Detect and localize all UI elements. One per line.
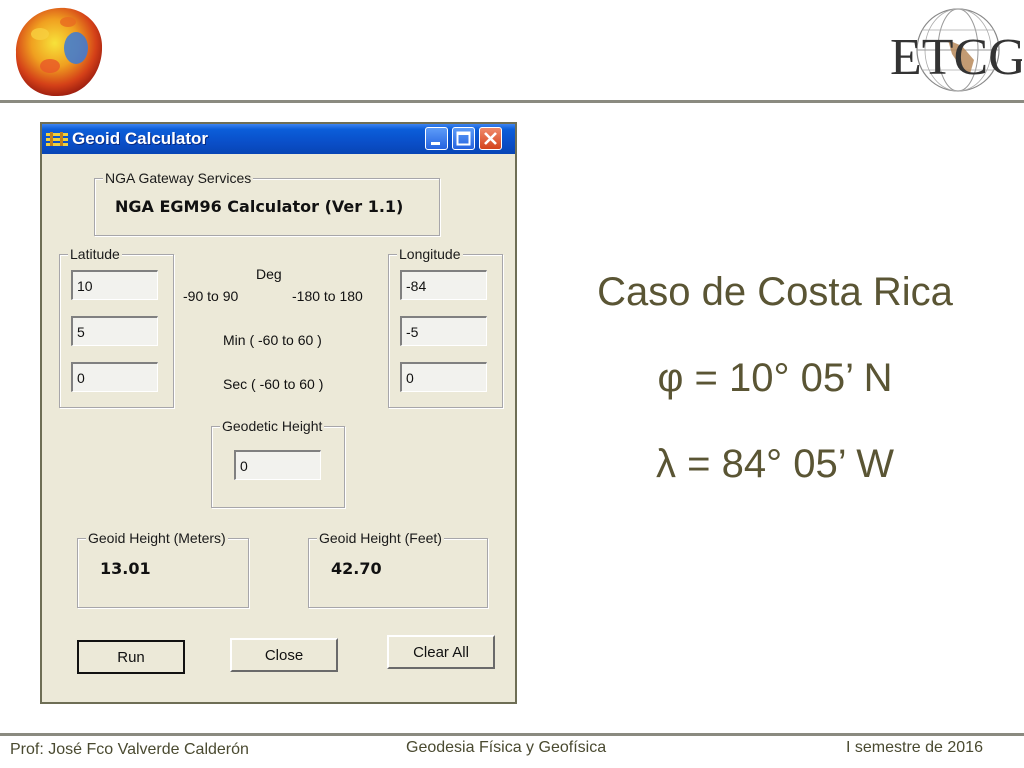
geodetic-height-input[interactable]	[234, 450, 321, 480]
minimize-button[interactable]	[425, 127, 448, 150]
header-divider	[0, 100, 1024, 103]
footer-author: Prof: José Fco Valverde Calderón	[10, 741, 249, 758]
footer-term: I semestre de 2016	[846, 739, 983, 756]
geodetic-height-label: Geodetic Height	[220, 418, 325, 434]
geoid-height-feet-group: Geoid Height (Feet) 42.70	[308, 530, 488, 608]
longitude-min-input[interactable]	[400, 316, 487, 346]
longitude-sec-input[interactable]	[400, 362, 487, 392]
geoid-height-feet-value: 42.70	[331, 559, 382, 578]
latitude-statement: φ = 10° 05’ N	[657, 356, 893, 400]
geoid-height-feet-label: Geoid Height (Feet)	[317, 530, 444, 546]
case-title: Caso de Costa Rica	[597, 270, 953, 314]
maximize-button[interactable]	[452, 127, 475, 150]
footer-divider	[0, 733, 1024, 736]
deg-label: Deg	[256, 266, 282, 282]
clear-all-button[interactable]: Clear All	[387, 635, 495, 669]
min-label: Min ( -60 to 60 )	[223, 332, 322, 348]
maximize-icon	[456, 131, 471, 146]
geoid-height-meters-group: Geoid Height (Meters) 13.01	[77, 530, 249, 608]
slide: ETCG Geoid Calculator NGA Gateway Servic…	[0, 0, 1024, 768]
minimize-icon	[431, 142, 440, 145]
geoid-height-meters-label: Geoid Height (Meters)	[86, 530, 228, 546]
gateway-group: NGA Gateway Services NGA EGM96 Calculato…	[94, 170, 440, 236]
window-title: Geoid Calculator	[72, 129, 209, 148]
geoid-calculator-window: Geoid Calculator NGA Gateway Services NG…	[40, 122, 517, 704]
longitude-range-label: -180 to 180	[292, 288, 363, 304]
etcg-logo: ETCG	[890, 8, 1022, 92]
latitude-group-label: Latitude	[68, 246, 122, 262]
latitude-deg-input[interactable]	[71, 270, 158, 300]
close-button[interactable]: Close	[230, 638, 338, 672]
window-titlebar[interactable]: Geoid Calculator	[42, 124, 515, 154]
geoid-height-meters-value: 13.01	[100, 559, 151, 578]
geoid-globe-icon	[15, 7, 103, 97]
latitude-sec-input[interactable]	[71, 362, 158, 392]
svg-text:ETCG: ETCG	[890, 29, 1022, 86]
gateway-group-label: NGA Gateway Services	[103, 170, 254, 186]
latitude-min-input[interactable]	[71, 316, 158, 346]
latitude-range-label: -90 to 90	[183, 288, 239, 304]
longitude-group-label: Longitude	[397, 246, 463, 262]
longitude-statement: λ = 84° 05’ W	[656, 442, 894, 486]
run-button[interactable]: Run	[77, 640, 185, 674]
footer-course: Geodesia Física y Geofísica	[406, 739, 607, 756]
app-icon	[46, 132, 68, 146]
close-icon	[484, 132, 497, 145]
sec-label: Sec ( -60 to 60 )	[223, 376, 324, 392]
longitude-deg-input[interactable]	[400, 270, 487, 300]
close-window-button[interactable]	[479, 127, 502, 150]
gateway-value: NGA EGM96 Calculator (Ver 1.1)	[115, 197, 404, 216]
